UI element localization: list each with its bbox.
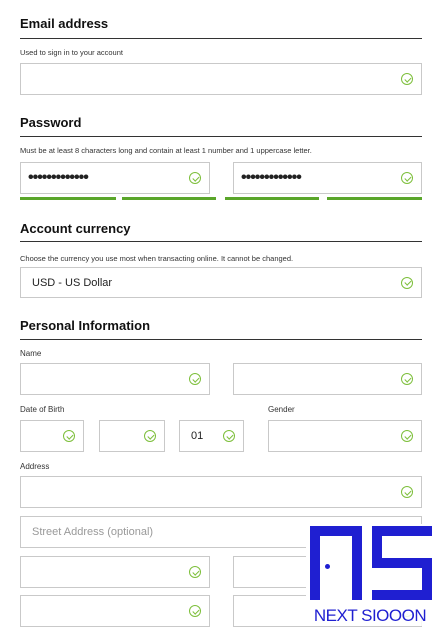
email-field[interactable] bbox=[20, 63, 422, 95]
logo-stroke bbox=[352, 526, 362, 600]
currency-value: USD - US Dollar bbox=[32, 276, 113, 289]
valid-check-icon bbox=[401, 486, 413, 498]
valid-check-icon bbox=[401, 276, 413, 289]
strength-bar-segment bbox=[20, 197, 116, 200]
postal-code-field[interactable] bbox=[20, 595, 210, 627]
strength-bar-segment bbox=[327, 197, 422, 200]
last-name-field[interactable] bbox=[233, 363, 422, 395]
valid-check-icon bbox=[63, 430, 75, 442]
currency-hint: Choose the currency you use most when tr… bbox=[20, 254, 294, 263]
valid-check-icon bbox=[401, 430, 413, 442]
name-label: Name bbox=[20, 349, 42, 358]
valid-check-icon bbox=[223, 430, 235, 442]
logo-stroke bbox=[310, 526, 320, 600]
gender-select[interactable] bbox=[268, 420, 422, 452]
confirm-password-field[interactable]: ••••••••••••• bbox=[233, 162, 422, 194]
section-divider bbox=[20, 38, 422, 39]
address-label: Address bbox=[20, 462, 50, 471]
dob-year-select[interactable]: 01 bbox=[179, 420, 244, 452]
valid-check-icon bbox=[401, 73, 413, 85]
strength-bar-segment bbox=[225, 197, 319, 200]
password-heading: Password bbox=[20, 115, 82, 130]
valid-check-icon bbox=[401, 172, 413, 184]
valid-check-icon bbox=[144, 430, 156, 442]
watermark-logo: NEXT SIOOON bbox=[300, 520, 440, 633]
dob-month-select[interactable] bbox=[99, 420, 165, 452]
valid-check-icon bbox=[189, 172, 201, 184]
first-name-field[interactable] bbox=[20, 363, 210, 395]
confirm-password-value: ••••••••••••• bbox=[241, 169, 302, 186]
dob-year-value: 01 bbox=[191, 430, 204, 442]
email-heading: Email address bbox=[20, 16, 109, 31]
gender-label: Gender bbox=[268, 405, 295, 414]
email-hint: Used to sign in to your account bbox=[20, 48, 123, 57]
currency-heading: Account currency bbox=[20, 221, 131, 236]
valid-check-icon bbox=[189, 373, 201, 385]
password-hint: Must be at least 8 characters long and c… bbox=[20, 146, 312, 155]
valid-check-icon bbox=[401, 373, 413, 385]
dob-label: Date of Birth bbox=[20, 405, 65, 414]
logo-stroke bbox=[372, 590, 432, 600]
valid-check-icon bbox=[189, 566, 201, 578]
city-field[interactable] bbox=[20, 556, 210, 588]
logo-dot bbox=[325, 564, 330, 569]
section-divider bbox=[20, 136, 422, 137]
strength-bar-segment bbox=[122, 197, 216, 200]
watermark-backdrop bbox=[306, 524, 434, 614]
street-address-placeholder: Street Address (optional) bbox=[32, 526, 154, 538]
watermark-text: NEXT SIOOON bbox=[300, 606, 440, 626]
password-value: ••••••••••••• bbox=[28, 169, 89, 186]
password-field[interactable]: ••••••••••••• bbox=[20, 162, 210, 194]
section-divider bbox=[20, 241, 422, 242]
dob-day-select[interactable] bbox=[20, 420, 84, 452]
address-line1-field[interactable] bbox=[20, 476, 422, 508]
section-divider bbox=[20, 339, 422, 340]
valid-check-icon bbox=[189, 605, 201, 617]
personal-heading: Personal Information bbox=[20, 318, 151, 333]
currency-select[interactable]: USD - US Dollar bbox=[20, 267, 422, 298]
